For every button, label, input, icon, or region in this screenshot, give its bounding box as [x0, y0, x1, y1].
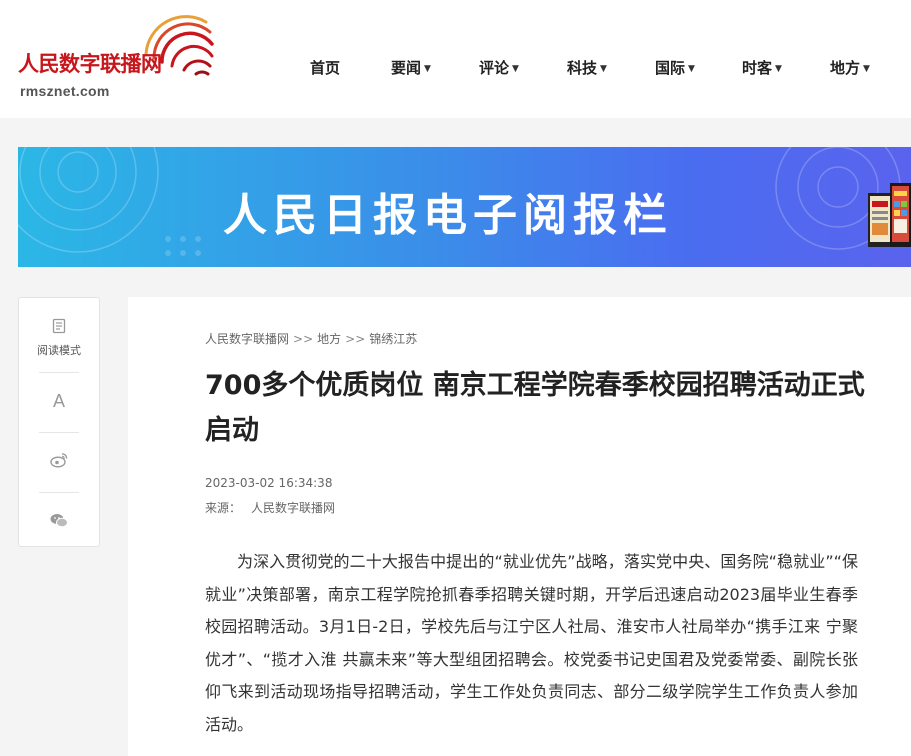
publish-datetime: 2023-03-02 16:34:38: [205, 476, 333, 490]
main-nav: 首页 要闻 ▼ 评论 ▼ 科技 ▼ 国际 ▼ 时客 ▼ 地方 ▼: [0, 56, 911, 80]
nav-label: 评论: [479, 59, 510, 77]
nav-item-local[interactable]: 地方 ▼: [830, 56, 870, 80]
promo-banner[interactable]: 人民日报电子阅报栏: [18, 147, 911, 267]
reading-mode-icon: [52, 318, 66, 334]
breadcrumb-item-home[interactable]: 人民数字联播网: [205, 332, 289, 346]
article-source: 来源： 人民数字联播网: [205, 499, 335, 516]
source-label: 来源：: [205, 501, 242, 515]
article-title: 700多个优质岗位 南京工程学院春季校园招聘活动正式启动: [205, 370, 865, 446]
caret-down-icon: ▼: [688, 64, 695, 74]
reading-mode-button[interactable]: 阅读模式: [19, 318, 99, 358]
nav-label: 首页: [310, 59, 341, 77]
banner-title: 人民日报电子阅报栏: [223, 190, 673, 241]
nav-item-shike[interactable]: 时客 ▼: [742, 56, 782, 80]
site-header: 人民数字联播网 rmsznet.com 首页 要闻 ▼ 评论 ▼ 科技 ▼ 国际 ▼ 时…: [0, 0, 911, 118]
nav-item-home[interactable]: 首页: [310, 56, 340, 80]
nav-item-news[interactable]: 要闻 ▼: [391, 56, 431, 80]
share-wechat-button[interactable]: [19, 513, 99, 532]
breadcrumb-item-jiangsu[interactable]: 锦绣江苏: [369, 332, 417, 346]
breadcrumb: 人民数字联播网 >> 地方 >> 锦绣江苏: [205, 330, 417, 347]
share-weibo-button[interactable]: [19, 452, 99, 472]
nav-item-international[interactable]: 国际 ▼: [655, 56, 695, 80]
nav-label: 时客: [742, 59, 773, 77]
source-link[interactable]: 人民数字联播网: [251, 501, 335, 515]
tool-divider: [39, 372, 79, 373]
kiosk-screens-image: [868, 183, 911, 247]
caret-down-icon: ▼: [863, 64, 870, 74]
tool-divider: [39, 492, 79, 493]
article-paragraph: 为深入贯彻党的二十大报告中提出的“就业优先”战略，落实党中央、国务院“稳就业”“…: [205, 552, 858, 734]
article-tools: 阅读模式 A: [18, 297, 100, 547]
tool-divider: [39, 432, 79, 433]
nav-label: 地方: [830, 59, 861, 77]
weibo-icon: [50, 453, 68, 468]
caret-down-icon: ▼: [600, 64, 607, 74]
nav-label: 要闻: [391, 59, 422, 77]
logo-domain: rmsznet.com: [20, 83, 110, 99]
nav-label: 国际: [655, 59, 686, 77]
caret-down-icon: ▼: [424, 64, 431, 74]
nav-item-tech[interactable]: 科技 ▼: [567, 56, 607, 80]
wechat-icon: [50, 514, 68, 528]
reading-mode-label: 阅读模式: [37, 344, 81, 357]
caret-down-icon: ▼: [512, 64, 519, 74]
article-panel: 人民数字联播网 >> 地方 >> 锦绣江苏 700多个优质岗位 南京工程学院春季校园招聘…: [128, 297, 911, 756]
breadcrumb-separator: >>: [345, 332, 366, 346]
font-size-icon: A: [52, 391, 65, 411]
breadcrumb-separator: >>: [293, 332, 314, 346]
caret-down-icon: ▼: [775, 64, 782, 74]
font-size-button[interactable]: A: [19, 391, 99, 412]
breadcrumb-item-local[interactable]: 地方: [317, 332, 341, 346]
nav-label: 科技: [567, 59, 598, 77]
nav-item-commentary[interactable]: 评论 ▼: [479, 56, 519, 80]
